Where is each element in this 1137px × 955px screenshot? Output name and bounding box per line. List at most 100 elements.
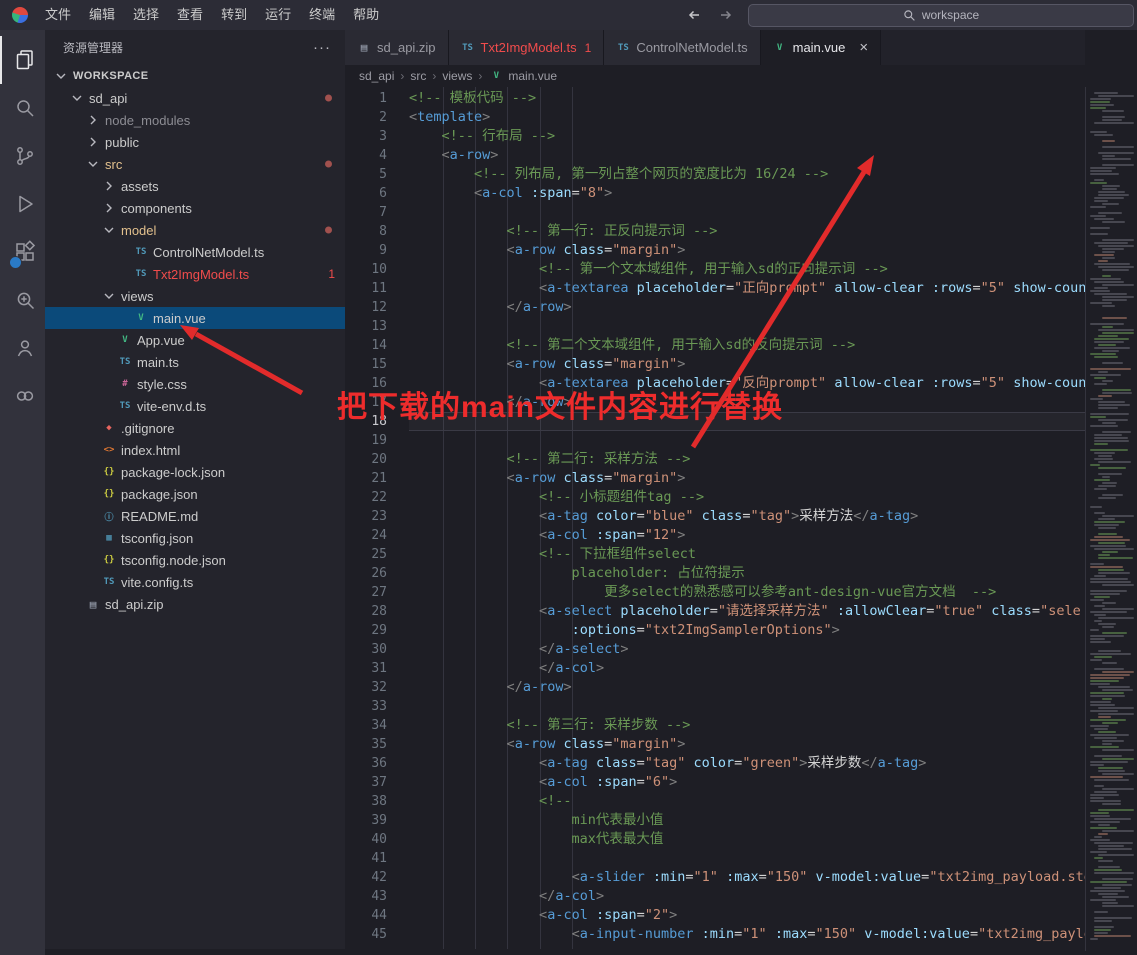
tree-item-txt2imgmodel-ts[interactable]: TSTxt2ImgModel.ts1 [45, 263, 345, 285]
line-number-1[interactable]: 1 [345, 89, 409, 108]
tree-item-sd-api-zip[interactable]: ▤sd_api.zip [45, 593, 345, 615]
line-number-41[interactable]: 41 [345, 849, 409, 868]
code-line-2[interactable]: <template> [409, 108, 1085, 127]
tree-item-main-vue[interactable]: Vmain.vue [45, 307, 345, 329]
tree-item-views[interactable]: views [45, 285, 345, 307]
menu-run[interactable]: 运行 [256, 0, 300, 30]
tree-item-sd-api[interactable]: sd_api [45, 87, 345, 109]
line-number-6[interactable]: 6 [345, 184, 409, 203]
tree-item-components[interactable]: components [45, 197, 345, 219]
line-number-3[interactable]: 3 [345, 127, 409, 146]
line-number-8[interactable]: 8 [345, 222, 409, 241]
menu-help[interactable]: 帮助 [344, 0, 388, 30]
marketplace-search-icon[interactable] [0, 276, 47, 324]
code-line-34[interactable]: <!-- 第三行: 采样步数 --> [409, 716, 1085, 735]
line-number-42[interactable]: 42 [345, 868, 409, 887]
line-number-7[interactable]: 7 [345, 203, 409, 222]
line-number-35[interactable]: 35 [345, 735, 409, 754]
code-line-36[interactable]: <a-tag class="tag" color="green">采样步数</a… [409, 754, 1085, 773]
code-line-43[interactable]: </a-col> [409, 887, 1085, 906]
code-line-10[interactable]: <!-- 第一个文本域组件, 用于输入sd的正向提示词 --> [409, 260, 1085, 279]
menu-view[interactable]: 查看 [168, 0, 212, 30]
code-line-42[interactable]: <a-slider :min="1" :max="150" v-model:va… [409, 868, 1085, 887]
line-number-27[interactable]: 27 [345, 583, 409, 602]
code-line-28[interactable]: <a-select placeholder="请选择采样方法" :allowCl… [409, 602, 1085, 621]
line-number-12[interactable]: 12 [345, 298, 409, 317]
code-line-19[interactable] [409, 431, 1085, 450]
tab-main-vue[interactable]: Vmain.vue× [761, 30, 882, 65]
code-line-41[interactable] [409, 849, 1085, 868]
code-line-26[interactable]: placeholder: 占位符提示 [409, 564, 1085, 583]
line-number-26[interactable]: 26 [345, 564, 409, 583]
menu-file[interactable]: 文件 [36, 0, 80, 30]
code-line-11[interactable]: <a-textarea placeholder="正向prompt" allow… [409, 279, 1085, 298]
line-number-25[interactable]: 25 [345, 545, 409, 564]
breadcrumb-item-src[interactable]: src [410, 69, 426, 83]
extensions-icon[interactable] [0, 228, 47, 276]
tree-item-main-ts[interactable]: TSmain.ts [45, 351, 345, 373]
line-number-10[interactable]: 10 [345, 260, 409, 279]
tree-item-node-modules[interactable]: node_modules [45, 109, 345, 131]
remote-icon[interactable] [0, 372, 47, 420]
tab-sd-api-zip[interactable]: ▤sd_api.zip [345, 30, 449, 65]
code-line-13[interactable] [409, 317, 1085, 336]
line-number-37[interactable]: 37 [345, 773, 409, 792]
breadcrumb-item-views[interactable]: views [442, 69, 472, 83]
code-line-1[interactable]: <!-- 模板代码 --> [409, 89, 1085, 108]
code-line-38[interactable]: <!-- [409, 792, 1085, 811]
workspace-root[interactable]: WORKSPACE [45, 65, 345, 87]
explorer-icon[interactable] [0, 36, 47, 84]
line-number-13[interactable]: 13 [345, 317, 409, 336]
code-line-45[interactable]: <a-input-number :min="1" :max="150" v-mo… [409, 925, 1085, 944]
line-number-33[interactable]: 33 [345, 697, 409, 716]
line-number-45[interactable]: 45 [345, 925, 409, 944]
code-line-5[interactable]: <!-- 列布局, 第一列占整个网页的宽度比为 16/24 --> [409, 165, 1085, 184]
code-line-17[interactable]: </a-row> [409, 393, 1085, 412]
line-number-4[interactable]: 4 [345, 146, 409, 165]
line-number-30[interactable]: 30 [345, 640, 409, 659]
line-number-38[interactable]: 38 [345, 792, 409, 811]
nav-back-button[interactable] [686, 7, 702, 23]
code-line-27[interactable]: 更多select的熟悉感可以参考ant-design-vue官方文档 --> [409, 583, 1085, 602]
code-line-39[interactable]: min代表最小值 [409, 811, 1085, 830]
search-icon[interactable] [0, 84, 47, 132]
tree-item-assets[interactable]: assets [45, 175, 345, 197]
code-line-7[interactable] [409, 203, 1085, 222]
tree-item-tsconfig-node-json[interactable]: {}tsconfig.node.json [45, 549, 345, 571]
line-number-36[interactable]: 36 [345, 754, 409, 773]
line-number-19[interactable]: 19 [345, 431, 409, 450]
menu-selection[interactable]: 选择 [124, 0, 168, 30]
command-center-search[interactable]: workspace [748, 4, 1134, 27]
breadcrumb-item-main-vue[interactable]: Vmain.vue [488, 69, 557, 83]
editor-gutter[interactable]: 1234567891011121314151617181920212223242… [345, 87, 409, 949]
code-line-24[interactable]: <a-col :span="12"> [409, 526, 1085, 545]
code-line-20[interactable]: <!-- 第二行: 采样方法 --> [409, 450, 1085, 469]
tree-item-controlnetmodel-ts[interactable]: TSControlNetModel.ts [45, 241, 345, 263]
tree-item-vite-env-d-ts[interactable]: TSvite-env.d.ts [45, 395, 345, 417]
code-editor[interactable]: 1234567891011121314151617181920212223242… [345, 87, 1085, 949]
breadcrumb-item-sd-api[interactable]: sd_api [359, 69, 394, 83]
code-line-9[interactable]: <a-row class="margin"> [409, 241, 1085, 260]
line-number-17[interactable]: 17 [345, 393, 409, 412]
code-line-25[interactable]: <!-- 下拉框组件select [409, 545, 1085, 564]
line-number-32[interactable]: 32 [345, 678, 409, 697]
line-number-28[interactable]: 28 [345, 602, 409, 621]
tree-item-package-lock-json[interactable]: {}package-lock.json [45, 461, 345, 483]
line-number-20[interactable]: 20 [345, 450, 409, 469]
code-line-35[interactable]: <a-row class="margin"> [409, 735, 1085, 754]
code-line-37[interactable]: <a-col :span="6"> [409, 773, 1085, 792]
minimap[interactable] [1085, 87, 1137, 951]
tree-item-app-vue[interactable]: VApp.vue [45, 329, 345, 351]
code-line-12[interactable]: </a-row> [409, 298, 1085, 317]
code-line-14[interactable]: <!-- 第二个文本域组件, 用于输入sd的反向提示词 --> [409, 336, 1085, 355]
tree-item-style-css[interactable]: #style.css [45, 373, 345, 395]
line-number-44[interactable]: 44 [345, 906, 409, 925]
tree-item-gitignore[interactable]: ◆.gitignore [45, 417, 345, 439]
close-tab-icon[interactable]: × [859, 40, 868, 55]
code-line-44[interactable]: <a-col :span="2"> [409, 906, 1085, 925]
tree-item-readme-md[interactable]: ⓘREADME.md [45, 505, 345, 527]
more-actions-icon[interactable]: ··· [313, 39, 331, 56]
code-line-33[interactable] [409, 697, 1085, 716]
menu-goto[interactable]: 转到 [212, 0, 256, 30]
tab-txt2imgmodel-ts[interactable]: TSTxt2ImgModel.ts1 [449, 30, 605, 65]
